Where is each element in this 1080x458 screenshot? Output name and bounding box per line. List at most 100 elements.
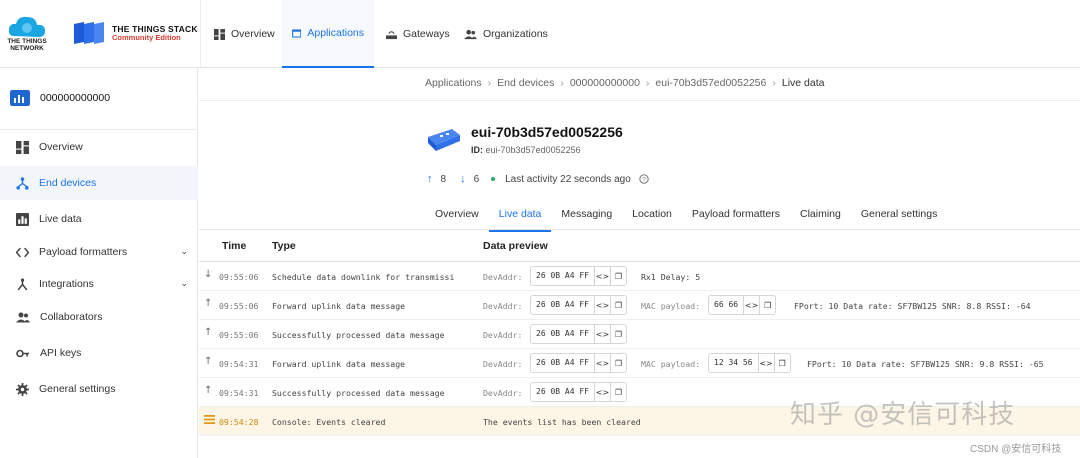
mac-payload-value-box: 66 66 <> ❐	[708, 295, 777, 315]
console-info-icon	[204, 415, 215, 424]
toggle-format-icon[interactable]: <>	[593, 383, 610, 401]
event-time: 09:55:06	[219, 330, 259, 340]
table-row[interactable]: ↓ 09:55:06 Schedule data downlink for tr…	[199, 262, 1080, 291]
event-type: Successfully processed data message	[272, 388, 445, 398]
topnav-organizations[interactable]: Organizations	[454, 0, 558, 68]
breadcrumb-applications[interactable]: Applications	[425, 77, 482, 89]
topnav-gateways-label: Gateways	[403, 28, 450, 40]
devaddr-label: DevAddr:	[483, 388, 523, 398]
table-row[interactable]: ↑ 09:54:31 Forward uplink data message D…	[199, 349, 1080, 378]
mac-payload-value: 12 34 56	[714, 358, 753, 367]
copy-icon[interactable]: ❐	[609, 383, 626, 401]
sidebar-item-label: End devices	[39, 177, 97, 189]
gear-icon	[16, 382, 29, 396]
breadcrumb-application-id[interactable]: 000000000000	[570, 77, 640, 89]
toggle-format-icon[interactable]: <>	[593, 354, 610, 372]
table-row[interactable]: ↑ 09:55:06 Forward uplink data message D…	[199, 291, 1080, 320]
device-tree-icon	[16, 176, 29, 190]
breadcrumb-separator: ›	[487, 77, 492, 89]
chevron-down-icon[interactable]: ⌄	[180, 246, 188, 257]
things-network-wordmark: THE THINGS NETWORK	[6, 38, 48, 52]
tab-live-data[interactable]: Live data	[488, 200, 552, 232]
toggle-format-icon[interactable]: <>	[593, 267, 610, 285]
column-header-type[interactable]: Type	[272, 240, 296, 252]
csdn-watermark: CSDN @安信可科技	[970, 444, 1062, 455]
devaddr-label: DevAddr:	[483, 330, 523, 340]
event-type: Forward uplink data message	[272, 301, 406, 311]
column-header-data-preview[interactable]: Data preview	[483, 240, 548, 252]
tab-messaging[interactable]: Messaging	[551, 200, 622, 232]
devaddr-value: 26 0B A4 FF	[536, 271, 589, 280]
downlink-count: 6	[473, 173, 480, 185]
device-tabs: Overview Live data Messaging Location Pa…	[425, 200, 947, 232]
people-icon	[16, 312, 30, 322]
event-time: 09:54:28	[219, 417, 259, 427]
sidebar-item-api-keys[interactable]: API keys	[0, 336, 198, 370]
topnav-applications-label: Applications	[307, 27, 364, 39]
sidebar-item-end-devices[interactable]: End devices	[0, 166, 198, 200]
sidebar-item-integrations[interactable]: Integrations ⌄	[0, 267, 198, 301]
uplink-arrow-icon: ↑	[204, 327, 213, 338]
svg-text:?: ?	[642, 177, 646, 184]
sidebar-item-collaborators[interactable]: Collaborators	[0, 300, 198, 334]
toggle-format-icon[interactable]: <>	[593, 296, 610, 314]
sidebar-item-general-settings[interactable]: General settings	[0, 372, 198, 406]
copy-icon[interactable]: ❐	[609, 296, 626, 314]
event-note: The events list has been cleared	[483, 417, 641, 427]
devaddr-value: 26 0B A4 FF	[536, 358, 589, 367]
devaddr-value-box: 26 0B A4 FF <> ❐	[530, 295, 627, 315]
help-circle-icon[interactable]: ?	[639, 174, 649, 184]
sidebar-app-name: 000000000000	[40, 92, 111, 104]
wordmark-line-2: NETWORK	[10, 45, 44, 52]
header-divider	[199, 100, 1080, 101]
tab-general-settings[interactable]: General settings	[851, 200, 947, 232]
sidebar-item-payload-formatters[interactable]: Payload formatters ⌄	[0, 235, 198, 269]
tab-location[interactable]: Location	[622, 200, 682, 232]
activity-status-dot	[491, 176, 496, 181]
column-header-time[interactable]: Time	[222, 240, 246, 252]
sidebar-app-header[interactable]: 000000000000	[10, 90, 110, 106]
last-activity-text: Last activity 22 seconds ago	[505, 173, 631, 185]
devaddr-label: DevAddr:	[483, 272, 523, 282]
copy-icon[interactable]: ❐	[609, 325, 626, 343]
chevron-down-icon[interactable]: ⌄	[180, 278, 188, 289]
uplink-metadata-text: FPort: 10 Data rate: SF7BW125 SNR: 9.8 R…	[807, 359, 1044, 369]
topnav-organizations-label: Organizations	[483, 28, 548, 40]
downlink-arrow-icon: ↓	[204, 269, 213, 280]
uplink-metadata-text: FPort: 10 Data rate: SF7BW125 SNR: 8.8 R…	[794, 301, 1031, 311]
sidebar-item-overview[interactable]: Overview	[0, 130, 198, 164]
breadcrumb-end-devices[interactable]: End devices	[497, 77, 554, 89]
tab-payload-formatters[interactable]: Payload formatters	[682, 200, 790, 232]
copy-icon[interactable]: ❐	[759, 296, 775, 314]
event-time: 09:54:31	[219, 388, 259, 398]
topnav-overview[interactable]: Overview	[204, 0, 285, 68]
sidebar-item-live-data[interactable]: Live data	[0, 202, 198, 236]
integration-icon	[17, 278, 28, 290]
table-row[interactable]: ↑ 09:55:06 Successfully processed data m…	[199, 320, 1080, 349]
devaddr-label: DevAddr:	[483, 359, 523, 369]
breadcrumb-device-id[interactable]: eui-70b3d57ed0052256	[655, 77, 766, 89]
devaddr-value-box: 26 0B A4 FF <> ❐	[530, 382, 627, 402]
things-stack-logo-icon[interactable]	[72, 20, 108, 46]
copy-icon[interactable]: ❐	[609, 267, 626, 285]
toggle-format-icon[interactable]: <>	[593, 325, 610, 343]
tab-claiming[interactable]: Claiming	[790, 200, 851, 232]
toggle-format-icon[interactable]: <>	[757, 354, 774, 372]
copy-icon[interactable]: ❐	[773, 354, 790, 372]
tab-overview[interactable]: Overview	[425, 200, 489, 232]
rx1-delay-text: Rx1 Delay: 5	[641, 272, 701, 282]
event-type: Successfully processed data message	[272, 330, 445, 340]
window-icon	[292, 28, 302, 38]
key-icon	[16, 349, 29, 357]
zhihu-watermark: 知乎 @安信可科技	[790, 400, 1016, 430]
people-icon	[464, 29, 477, 39]
uplink-arrow-icon: ↑	[427, 173, 433, 185]
device-stats: ↑ 8 ↓ 6 Last activity 22 seconds ago ?	[427, 173, 649, 185]
topnav-gateways[interactable]: Gateways	[376, 0, 460, 68]
topnav-applications[interactable]: Applications	[282, 0, 374, 68]
copy-icon[interactable]: ❐	[609, 354, 626, 372]
toggle-format-icon[interactable]: <>	[743, 296, 759, 314]
wordmark-line-1: THE THINGS	[7, 38, 47, 45]
device-id-line: ID: eui-70b3d57ed0052256	[471, 145, 581, 155]
event-time: 09:55:06	[219, 272, 259, 282]
